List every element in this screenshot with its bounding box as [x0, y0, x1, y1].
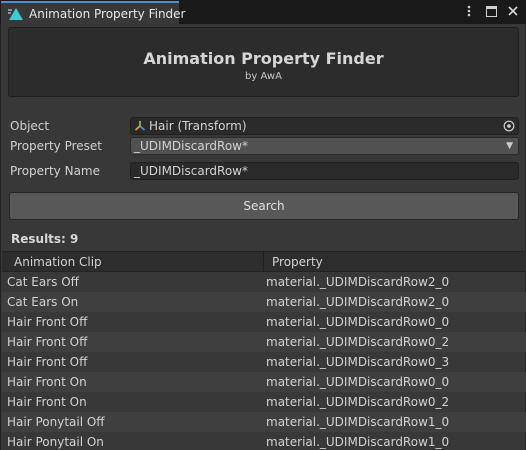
animation-clip-cell: Hair Front Off: [7, 315, 88, 329]
object-label: Object: [10, 119, 50, 133]
page-subtitle: by AwA: [245, 71, 282, 82]
column-header-property[interactable]: Property: [272, 255, 323, 269]
property-cell: material._UDIMDiscardRow1_0: [266, 415, 450, 429]
animation-clip-cell: Hair Front On: [7, 375, 87, 389]
animation-clip-cell: Cat Ears Off: [7, 275, 79, 289]
property-cell: material._UDIMDiscardRow0_2: [266, 395, 450, 409]
object-picker-icon[interactable]: [502, 119, 516, 133]
results-table: Animation Clip Property Cat Ears Off mate…: [2, 251, 526, 450]
tab-title: Animation Property Finder: [29, 6, 186, 21]
editor-window-icon: [8, 7, 24, 21]
column-divider[interactable]: [263, 252, 264, 271]
property-cell: material._UDIMDiscardRow1_0: [266, 435, 450, 449]
header-banner: Animation Property Finder by AwA: [8, 27, 519, 97]
window-content: Animation Property Finder by AwA Object …: [0, 24, 526, 450]
property-cell: material._UDIMDiscardRow0_2: [266, 335, 450, 349]
page-title: Animation Property Finder: [143, 49, 384, 68]
table-row[interactable]: Cat Ears On material._UDIMDiscardRow2_0: [2, 292, 526, 312]
property-preset-dropdown[interactable]: _UDIMDiscardRow* ▼: [130, 137, 519, 155]
property-cell: material._UDIMDiscardRow2_0: [266, 295, 450, 309]
animation-clip-cell: Hair Ponytail Off: [7, 415, 105, 429]
animation-clip-cell: Hair Ponytail On: [7, 435, 104, 449]
object-value: Hair (Transform): [149, 119, 247, 133]
animation-clip-cell: Hair Front On: [7, 395, 87, 409]
property-cell: material._UDIMDiscardRow2_0: [266, 275, 450, 289]
table-row[interactable]: Hair Front Off material._UDIMDiscardRow0_…: [2, 312, 526, 332]
property-name-label: Property Name: [10, 164, 100, 178]
property-preset-value: _UDIMDiscardRow*: [134, 139, 248, 153]
table-row[interactable]: Hair Front On material._UDIMDiscardRow0_2: [2, 392, 526, 412]
more-options-icon[interactable]: [462, 4, 476, 18]
table-row[interactable]: Cat Ears Off material._UDIMDiscardRow2_0: [2, 272, 526, 292]
animation-clip-cell: Cat Ears On: [7, 295, 79, 309]
object-field[interactable]: Hair (Transform): [130, 117, 519, 135]
table-row[interactable]: Hair Front Off material._UDIMDiscardRow0_…: [2, 352, 526, 372]
animation-clip-cell: Hair Front Off: [7, 355, 88, 369]
property-cell: material._UDIMDiscardRow0_0: [266, 315, 450, 329]
maximize-icon[interactable]: [484, 4, 498, 18]
window-controls: [462, 4, 520, 18]
property-name-input[interactable]: _UDIMDiscardRow*: [130, 162, 519, 180]
property-cell: material._UDIMDiscardRow0_3: [266, 355, 450, 369]
property-name-value: _UDIMDiscardRow*: [134, 164, 248, 178]
tab-animation-property-finder[interactable]: Animation Property Finder: [1, 1, 186, 24]
table-row[interactable]: Hair Front On material._UDIMDiscardRow0_0: [2, 372, 526, 392]
table-row[interactable]: Hair Ponytail On material._UDIMDiscardRow…: [2, 432, 526, 450]
table-row[interactable]: Hair Ponytail Off material._UDIMDiscardRo…: [2, 412, 526, 432]
property-cell: material._UDIMDiscardRow0_0: [266, 375, 450, 389]
transform-icon: [134, 120, 146, 132]
table-body: Cat Ears Off material._UDIMDiscardRow2_0 C…: [2, 272, 526, 450]
property-preset-label: Property Preset: [10, 139, 103, 153]
window-titlebar: Animation Property Finder: [0, 0, 526, 24]
column-header-animation-clip[interactable]: Animation Clip: [14, 255, 102, 269]
close-icon[interactable]: [506, 4, 520, 18]
search-button[interactable]: Search: [9, 192, 519, 220]
results-count: Results: 9: [11, 232, 79, 246]
animation-clip-cell: Hair Front Off: [7, 335, 88, 349]
chevron-down-icon: ▼: [506, 141, 513, 151]
table-row[interactable]: Hair Front Off material._UDIMDiscardRow0_…: [2, 332, 526, 352]
table-header: Animation Clip Property: [2, 251, 526, 272]
